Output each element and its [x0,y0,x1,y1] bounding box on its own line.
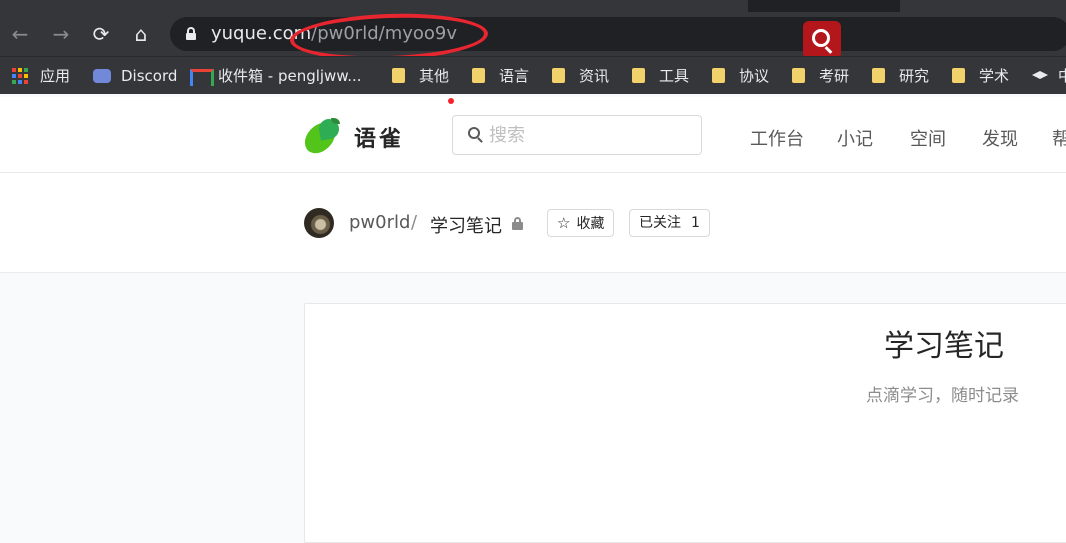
nav-space[interactable]: 空间 [910,125,946,151]
bookmark-folder-exam[interactable]: 考研 [792,65,849,87]
follow-count: 1 [691,215,700,231]
nav-discover[interactable]: 发现 [982,125,1018,151]
bookmark-label: 工具 [659,67,690,85]
back-arrow-icon: ← [11,22,29,46]
book-description: 点滴学习，随时记录 [866,386,1019,406]
collect-label: 收藏 [576,216,605,232]
folder-icon [392,68,405,83]
repo-header: pw0rld / 学习笔记 ☆ 收藏 已关注 1 [0,173,1066,273]
folder-icon [472,68,485,83]
folder-icon [552,68,565,83]
bookmark-folder-other[interactable]: 其他 [392,65,449,87]
bookmark-folder-research[interactable]: 研究 [872,65,929,87]
bookmark-label: 收件箱 - pengljww... [218,67,362,85]
avatar[interactable] [304,208,334,238]
bookmark-folder-news[interactable]: 资讯 [552,65,609,87]
brand-name[interactable]: 语雀 [354,121,404,153]
notification-dot [448,98,454,104]
discord-icon [93,69,111,83]
bookmark-label: 协议 [739,67,770,85]
folder-icon [632,68,645,83]
breadcrumb-repo[interactable]: 学习笔记 [430,212,502,238]
nav-help[interactable]: 帮 [1052,125,1066,151]
collect-button[interactable]: ☆ 收藏 [547,209,615,237]
browser-tab-strip [0,0,1066,12]
bookmark-more[interactable]: 中 [1032,65,1066,87]
folder-icon [792,68,805,83]
bookmark-label: 应用 [40,67,71,85]
bookmark-label: 其他 [419,67,450,85]
bookmark-label: 资讯 [579,67,610,85]
reload-button[interactable]: ⟳ [87,20,115,48]
bookmark-label: 考研 [819,67,850,85]
folder-icon [712,68,725,83]
home-icon: ⌂ [134,22,148,46]
gmail-icon [190,69,214,86]
browser-toolbar: ← → ⟳ ⌂ yuque.com/pw0rld/myoo9v [0,12,1066,56]
bookmark-apps[interactable]: 应用 [12,65,70,87]
site-header: 语雀 工作台 小记 空间 发现 帮 [0,97,1066,173]
nav-workbench[interactable]: 工作台 [750,125,804,151]
folder-icon [952,68,965,83]
lock-icon[interactable] [186,27,196,40]
follow-button[interactable]: 已关注 1 [629,209,710,237]
bookmark-discord[interactable]: Discord [93,65,177,87]
bookmarks-bar: 应用 Discord 收件箱 - pengljww... 其他 语言 资讯 工具… [0,56,1066,94]
forward-arrow-icon: → [52,22,70,46]
breadcrumb-separator: / [411,212,418,233]
bookmark-label: 研究 [899,67,930,85]
book-title: 学习笔记 [884,329,1004,364]
bookmark-folder-protocol[interactable]: 协议 [712,65,769,87]
bookmark-gmail[interactable]: 收件箱 - pengljww... [190,65,362,87]
bookmark-label: 学术 [979,67,1010,85]
star-icon: ☆ [557,214,571,232]
bookmark-label: Discord [121,67,178,85]
yuque-logo-icon[interactable] [298,115,345,158]
graduation-cap-icon [1032,71,1048,79]
bookmark-label: 语言 [499,67,530,85]
bookmark-folder-language[interactable]: 语言 [472,65,529,87]
apps-grid-icon [12,68,28,84]
breadcrumb-user[interactable]: pw0rld [349,212,410,233]
home-button[interactable]: ⌂ [127,20,155,48]
search-input[interactable] [489,122,689,148]
yuque-page: 语雀 工作台 小记 空间 发现 帮 pw0rld / 学习笔记 ☆ 收藏 已关注 1 [0,97,1066,543]
search-extension-icon[interactable] [803,21,841,59]
follow-label: 已关注 [639,215,681,231]
back-button[interactable]: ← [6,20,34,48]
browser-tab[interactable] [900,0,1066,12]
active-tab[interactable] [0,0,748,12]
private-lock-icon [512,217,523,230]
forward-button[interactable]: → [47,20,75,48]
search-icon [468,127,483,143]
search-box[interactable] [452,115,702,155]
bookmark-folder-academic[interactable]: 学术 [952,65,1009,87]
reload-icon: ⟳ [92,22,110,46]
nav-notes[interactable]: 小记 [837,125,873,151]
bookmark-label: 中 [1058,67,1066,85]
folder-icon [872,68,885,83]
bookmark-folder-tools[interactable]: 工具 [632,65,689,87]
